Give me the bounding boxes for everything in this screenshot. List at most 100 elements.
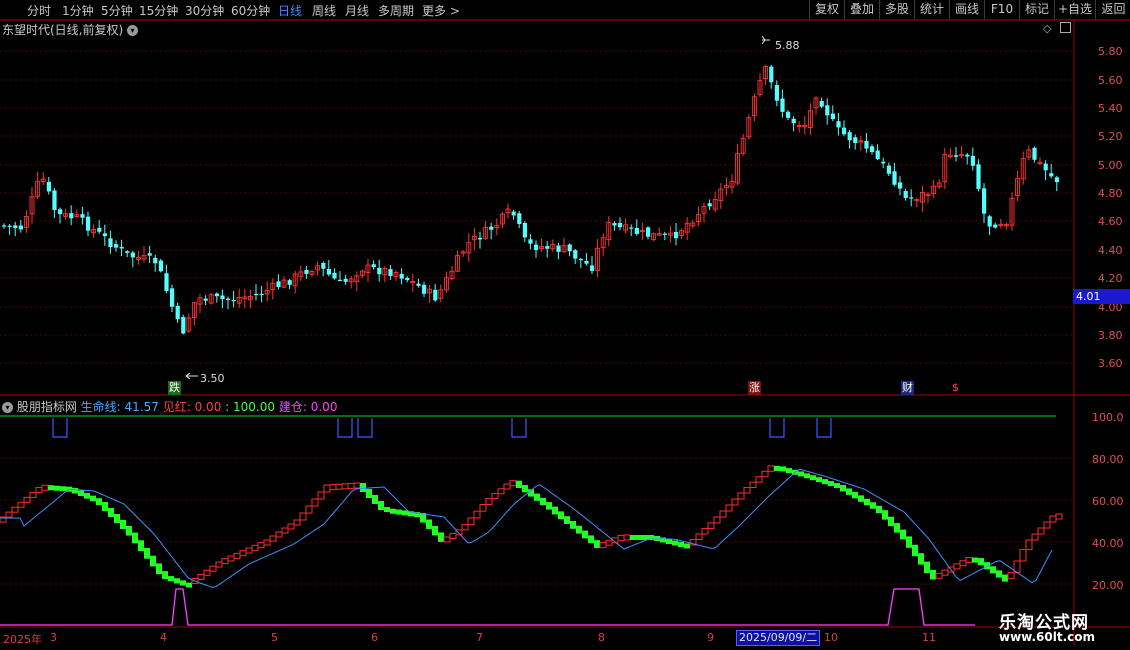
step-down-block — [48, 485, 54, 491]
candle-body-down — [304, 269, 309, 274]
step-down-block — [402, 510, 408, 516]
step-up-block — [617, 534, 625, 541]
watermark: 乐淘公式网 www.60lt.com — [985, 604, 1125, 646]
step-down-block — [804, 473, 810, 479]
step-down-block — [996, 570, 1002, 578]
step-up-block — [1055, 513, 1063, 520]
signal-box — [769, 418, 785, 438]
step-up-block — [293, 519, 301, 526]
step-up-block — [719, 510, 727, 518]
candle-body-down — [416, 283, 421, 286]
signal-box — [337, 418, 353, 438]
selected-date-label[interactable]: 2025/09/09/二 — [736, 630, 821, 646]
candle-body-down — [254, 293, 259, 296]
candle-body-down — [774, 85, 779, 101]
step-down-block — [426, 519, 432, 529]
step-up-block — [239, 550, 247, 557]
candle-body-down — [231, 300, 236, 302]
step-up-block — [335, 483, 343, 490]
candle-body-down — [433, 289, 438, 301]
chart-title: 东望时代(日线,前复权) ▾ — [2, 21, 139, 38]
candle-body-down — [58, 209, 63, 215]
indicator-tick-label: 80.00 — [1092, 453, 1124, 466]
signal-box — [357, 418, 373, 438]
step-up-block — [713, 516, 721, 524]
price-tick-label: 4.80 — [1098, 187, 1123, 200]
step-down-block — [684, 543, 690, 549]
candle-body-down — [181, 317, 186, 334]
price-tick-label: 3.60 — [1098, 357, 1123, 370]
candle-body-down — [522, 222, 527, 238]
diamond-icon[interactable]: ◇ — [1043, 22, 1051, 35]
chart-canvas[interactable]: 5.80 5.60 5.40 5.20 5.00 4.80 4.60 4.40 … — [0, 0, 1130, 650]
candle-body-down — [489, 226, 494, 230]
candle-body-down — [892, 171, 897, 185]
date-tick-label: 8 — [598, 631, 605, 644]
green-label: : — [225, 400, 230, 414]
candle-body-down — [321, 262, 326, 269]
candle-body-down — [870, 146, 875, 152]
step-down-block — [858, 495, 864, 502]
candle-body-down — [175, 305, 180, 320]
life-line-value: 41.57 — [124, 400, 159, 414]
step-up-block — [605, 539, 613, 546]
step-up-block — [707, 522, 715, 529]
step-oscillator — [0, 465, 1063, 588]
candle-body-down — [786, 111, 791, 118]
candle-body-down — [875, 150, 880, 160]
candle-body-down — [399, 273, 404, 279]
step-up-block — [497, 488, 505, 495]
step-down-block — [366, 489, 372, 498]
rise-marker[interactable]: 涨 — [748, 381, 761, 395]
step-down-block — [72, 487, 78, 494]
candle-body-down — [371, 264, 376, 268]
candle-body-down — [886, 165, 891, 174]
step-down-block — [672, 540, 678, 546]
step-down-block — [786, 468, 792, 474]
candle-body-down — [965, 154, 970, 157]
red-label: 见红: — [162, 400, 191, 414]
step-up-block — [251, 544, 259, 551]
date-tick-label: 5 — [271, 631, 278, 644]
date-tick-label: 6 — [371, 631, 378, 644]
window-box-icon[interactable] — [1060, 22, 1071, 33]
step-down-block — [90, 495, 96, 502]
candle-body-down — [377, 267, 382, 275]
candle-body-down — [769, 66, 774, 83]
step-down-block — [930, 570, 936, 580]
step-down-block — [522, 485, 528, 493]
step-down-block — [114, 514, 120, 523]
step-up-block — [209, 565, 217, 572]
step-down-block — [540, 497, 546, 506]
candlestick-series[interactable] — [2, 64, 1059, 335]
candle-body-down — [842, 127, 847, 135]
step-down-block — [390, 508, 396, 514]
step-down-block — [774, 465, 780, 471]
chevron-down-icon[interactable]: ▾ — [127, 25, 139, 36]
date-tick-label: 7 — [476, 631, 483, 644]
step-up-block — [485, 497, 493, 505]
step-down-block — [816, 477, 822, 483]
step-up-block — [341, 483, 349, 490]
finance-marker[interactable]: 财 — [901, 381, 914, 395]
step-up-block — [347, 482, 355, 489]
date-tick-label: 10 — [824, 631, 838, 644]
candle-body-down — [707, 203, 712, 207]
step-down-block — [888, 516, 894, 527]
candle-body-down — [1032, 147, 1037, 160]
candle-body-down — [646, 227, 651, 237]
date-tick-label: 11 — [922, 631, 936, 644]
step-down-block — [534, 493, 540, 501]
fall-marker[interactable]: 跌 — [168, 381, 181, 395]
candle-body-down — [259, 293, 264, 296]
step-up-block — [479, 503, 487, 512]
step-down-block — [372, 495, 378, 504]
candle-body-down — [108, 238, 113, 248]
step-up-block — [953, 563, 961, 570]
step-down-block — [990, 566, 996, 574]
dollar-marker[interactable]: $ — [949, 381, 962, 395]
step-up-block — [935, 572, 943, 579]
candle-body-down — [46, 181, 51, 192]
chevron-down-icon[interactable]: ▾ — [2, 402, 13, 413]
low-price-label: 3.50 — [200, 372, 225, 385]
